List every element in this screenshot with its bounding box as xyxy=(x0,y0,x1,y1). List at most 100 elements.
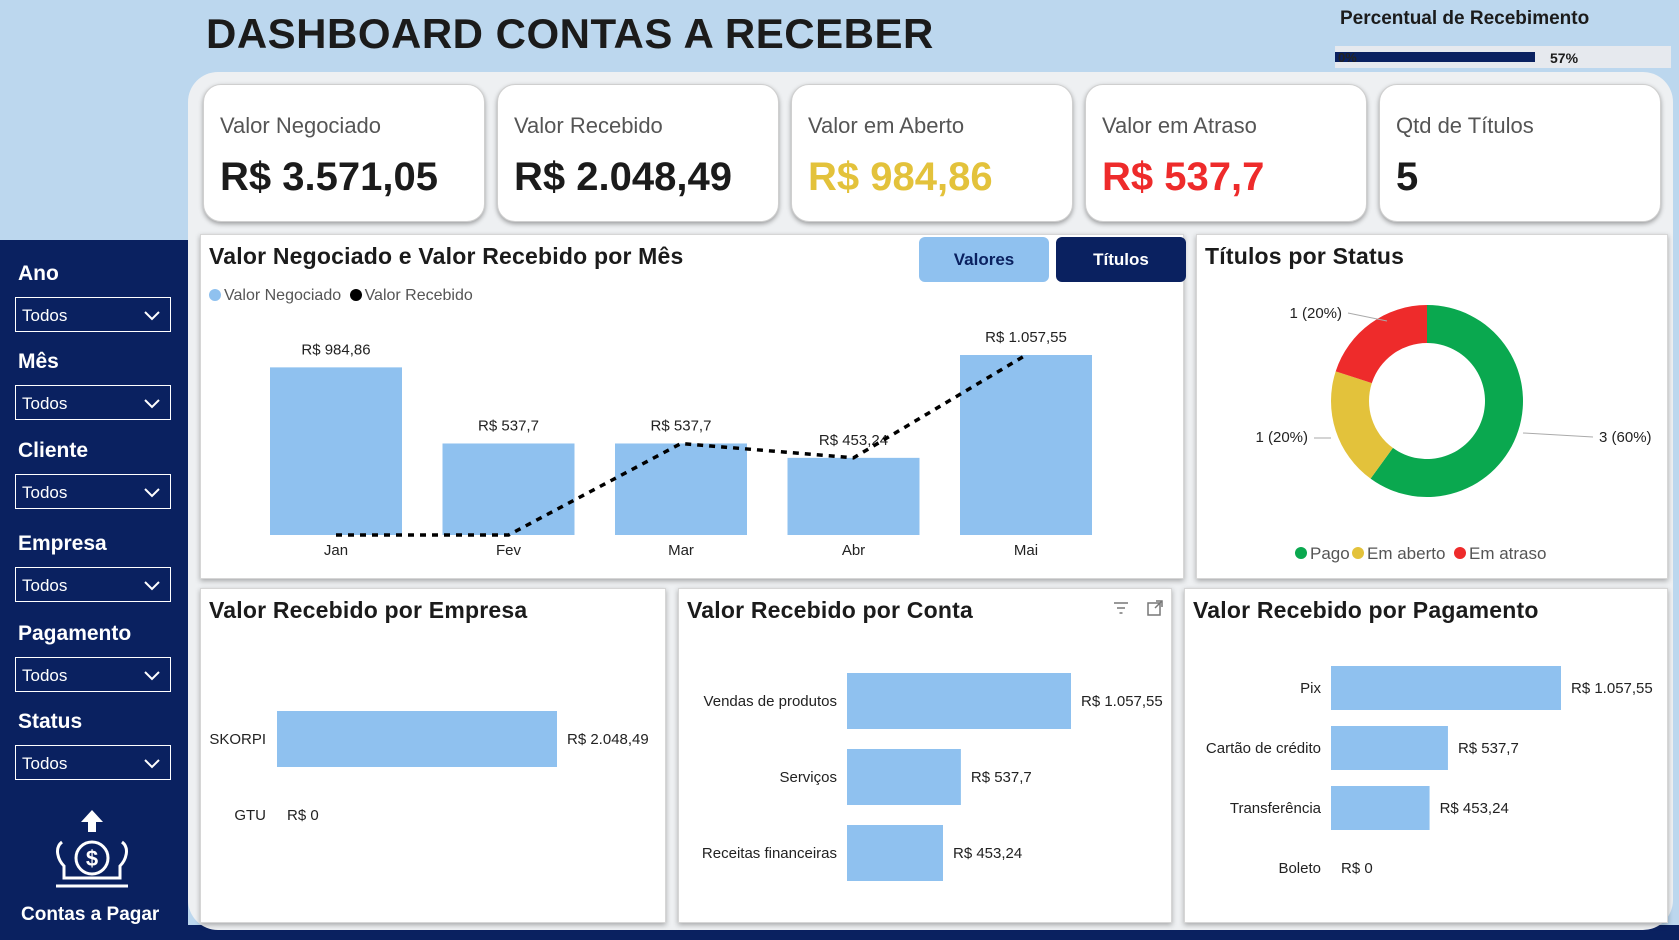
percent-received-gauge: Percentual de Recebimento 0% 57% xyxy=(1330,6,1676,68)
bar-mar xyxy=(615,443,747,535)
conta-chart-svg: Vendas de produtos R$ 1.057,55 Serviços R$ … xyxy=(702,673,1163,881)
kpi-value: R$ 2.048,49 xyxy=(514,155,732,199)
category-label: Receitas financeiras xyxy=(702,845,837,862)
filter-label-empresa: Empresa xyxy=(18,532,107,555)
kpi-value: 5 xyxy=(1396,155,1419,199)
pagamento-chart-svg: Pix R$ 1.057,55 Cartão de crédito R$ 537,7 T… xyxy=(1206,666,1653,877)
money-transfer-icon[interactable]: $ xyxy=(50,808,134,890)
bar-data-label: R$ 453,24 xyxy=(819,432,888,449)
panel-titulos-por-status: Títulos por Status 3 (60%) 1 (20%) 1 (20%)… xyxy=(1196,234,1668,579)
x-tick-label: Mar xyxy=(668,542,694,559)
category-label: SKORPI xyxy=(209,731,266,748)
percent-title: Percentual de Recebimento xyxy=(1340,8,1590,29)
legend-dot xyxy=(1295,547,1307,559)
kpi-label: Valor em Atraso xyxy=(1102,113,1257,138)
kpi-value: R$ 537,7 xyxy=(1102,155,1265,199)
category-label: Boleto xyxy=(1278,860,1321,877)
chevron-down-icon xyxy=(144,671,160,681)
legend-label: Pago xyxy=(1310,544,1350,563)
contas-a-pagar-link[interactable]: Contas a Pagar xyxy=(21,904,159,926)
kpi-label: Valor Negociado xyxy=(220,113,382,138)
filter-mes-select[interactable]: Todos xyxy=(15,385,171,420)
kpi-valor-negociado: Valor Negociado R$ 3.571,05 xyxy=(203,84,485,222)
chevron-down-icon xyxy=(144,581,160,591)
bar-vendas-de-produtos xyxy=(847,673,1071,729)
bar-receitas-financeiras xyxy=(847,825,944,881)
svg-text:$: $ xyxy=(86,846,98,871)
filter-label-mes: Mês xyxy=(18,350,59,373)
filter-value: Todos xyxy=(22,394,68,413)
bar-data-label: R$ 984,86 xyxy=(301,341,370,358)
donut-chart-svg: 3 (60%) 1 (20%) 1 (20%) Pago Em aberto Em atr… xyxy=(1255,305,1652,563)
legend-label: Em aberto xyxy=(1367,544,1445,563)
category-label: Pix xyxy=(1300,680,1321,697)
chevron-down-icon xyxy=(144,399,160,409)
panel-valor-por-mes: Valor Negociado e Valor Recebido por Mês… xyxy=(200,234,1186,579)
filter-label-status: Status xyxy=(18,710,83,733)
donut-data-label: 1 (20%) xyxy=(1289,305,1342,322)
bar-skorpi xyxy=(277,711,557,767)
legend-label: Em atraso xyxy=(1469,544,1546,563)
chevron-down-icon xyxy=(144,311,160,321)
bar-data-label: R$ 1.057,55 xyxy=(1571,680,1653,697)
bar-data-label: R$ 0 xyxy=(1341,860,1373,877)
bar-pix xyxy=(1331,666,1561,710)
bar-data-label: R$ 537,7 xyxy=(478,417,539,434)
bar-serviços xyxy=(847,749,961,805)
x-tick-label: Jan xyxy=(324,542,348,559)
bar-fev xyxy=(442,443,575,535)
percent-min: 0% xyxy=(1338,50,1357,65)
bar-data-label: R$ 537,7 xyxy=(971,769,1032,786)
category-label: Cartão de crédito xyxy=(1206,740,1321,757)
bar-jan xyxy=(270,367,402,535)
filter-ano-select[interactable]: Todos xyxy=(15,297,171,332)
bar-data-label: R$ 1.057,55 xyxy=(1081,693,1163,710)
kpi-label: Valor Recebido xyxy=(514,113,663,138)
bar-data-label: R$ 537,7 xyxy=(651,417,712,434)
filter-label-pagamento: Pagamento xyxy=(18,622,132,645)
month-chart-svg: R$ 984,86 Jan R$ 537,7 Fev R$ 537,7 Mar R$ 453… xyxy=(270,329,1092,559)
bar-data-label: R$ 1.057,55 xyxy=(985,329,1067,346)
donut-leader-line xyxy=(1522,432,1594,438)
percent-value: 57% xyxy=(1550,50,1579,66)
kpi-valor-recebido: Valor Recebido R$ 2.048,49 xyxy=(497,84,779,222)
page-title: DASHBOARD CONTAS A RECEBER xyxy=(206,10,934,57)
filter-pagamento-select[interactable]: Todos xyxy=(15,657,171,692)
bar-abr xyxy=(787,457,920,535)
kpi-valor-em-atraso: Valor em Atraso R$ 537,7 xyxy=(1085,84,1367,222)
kpi-qtd-titulos: Qtd de Títulos 5 xyxy=(1379,84,1661,222)
filter-label-ano: Ano xyxy=(18,262,59,285)
bar-data-label: R$ 453,24 xyxy=(953,845,1022,862)
bar-data-label: R$ 537,7 xyxy=(1458,740,1519,757)
category-label: Vendas de produtos xyxy=(704,693,837,710)
filter-value: Todos xyxy=(22,754,68,773)
donut-data-label: 3 (60%) xyxy=(1599,429,1652,446)
kpi-label: Valor em Aberto xyxy=(808,113,965,138)
legend-dot xyxy=(1352,547,1364,559)
percent-fill xyxy=(1335,52,1535,62)
chevron-down-icon xyxy=(144,488,160,498)
panel-por-pagamento: Valor Recebido por Pagamento Pix R$ 1.057… xyxy=(1184,588,1668,923)
category-label: GTU xyxy=(234,807,266,824)
filter-status-select[interactable]: Todos xyxy=(15,745,171,780)
chevron-down-icon xyxy=(144,759,160,769)
filter-value: Todos xyxy=(22,483,68,502)
bar-transferência xyxy=(1331,786,1430,830)
bar-data-label: R$ 453,24 xyxy=(1440,800,1509,817)
legend-dot xyxy=(1454,547,1466,559)
bar-data-label: R$ 2.048,49 xyxy=(567,731,649,748)
donut-slice-em-atraso xyxy=(1335,305,1427,384)
filter-label-cliente: Cliente xyxy=(18,439,89,462)
filter-cliente-select[interactable]: Todos xyxy=(15,474,171,509)
donut-data-label: 1 (20%) xyxy=(1255,429,1308,446)
panel-por-conta: Valor Recebido por Conta Vendas de produ… xyxy=(678,588,1172,923)
x-tick-label: Mai xyxy=(1014,542,1038,559)
kpi-value: R$ 984,86 xyxy=(808,155,993,199)
kpi-label: Qtd de Títulos xyxy=(1396,113,1534,138)
empresa-chart-svg: SKORPI R$ 2.048,49 GTU R$ 0 xyxy=(209,711,649,824)
x-tick-label: Abr xyxy=(842,542,865,559)
x-tick-label: Fev xyxy=(496,542,522,559)
panel-por-empresa: Valor Recebido por Empresa SKORPI R$ 2.04… xyxy=(200,588,666,923)
bar-cartão-de-crédito xyxy=(1331,726,1448,770)
filter-empresa-select[interactable]: Todos xyxy=(15,567,171,602)
